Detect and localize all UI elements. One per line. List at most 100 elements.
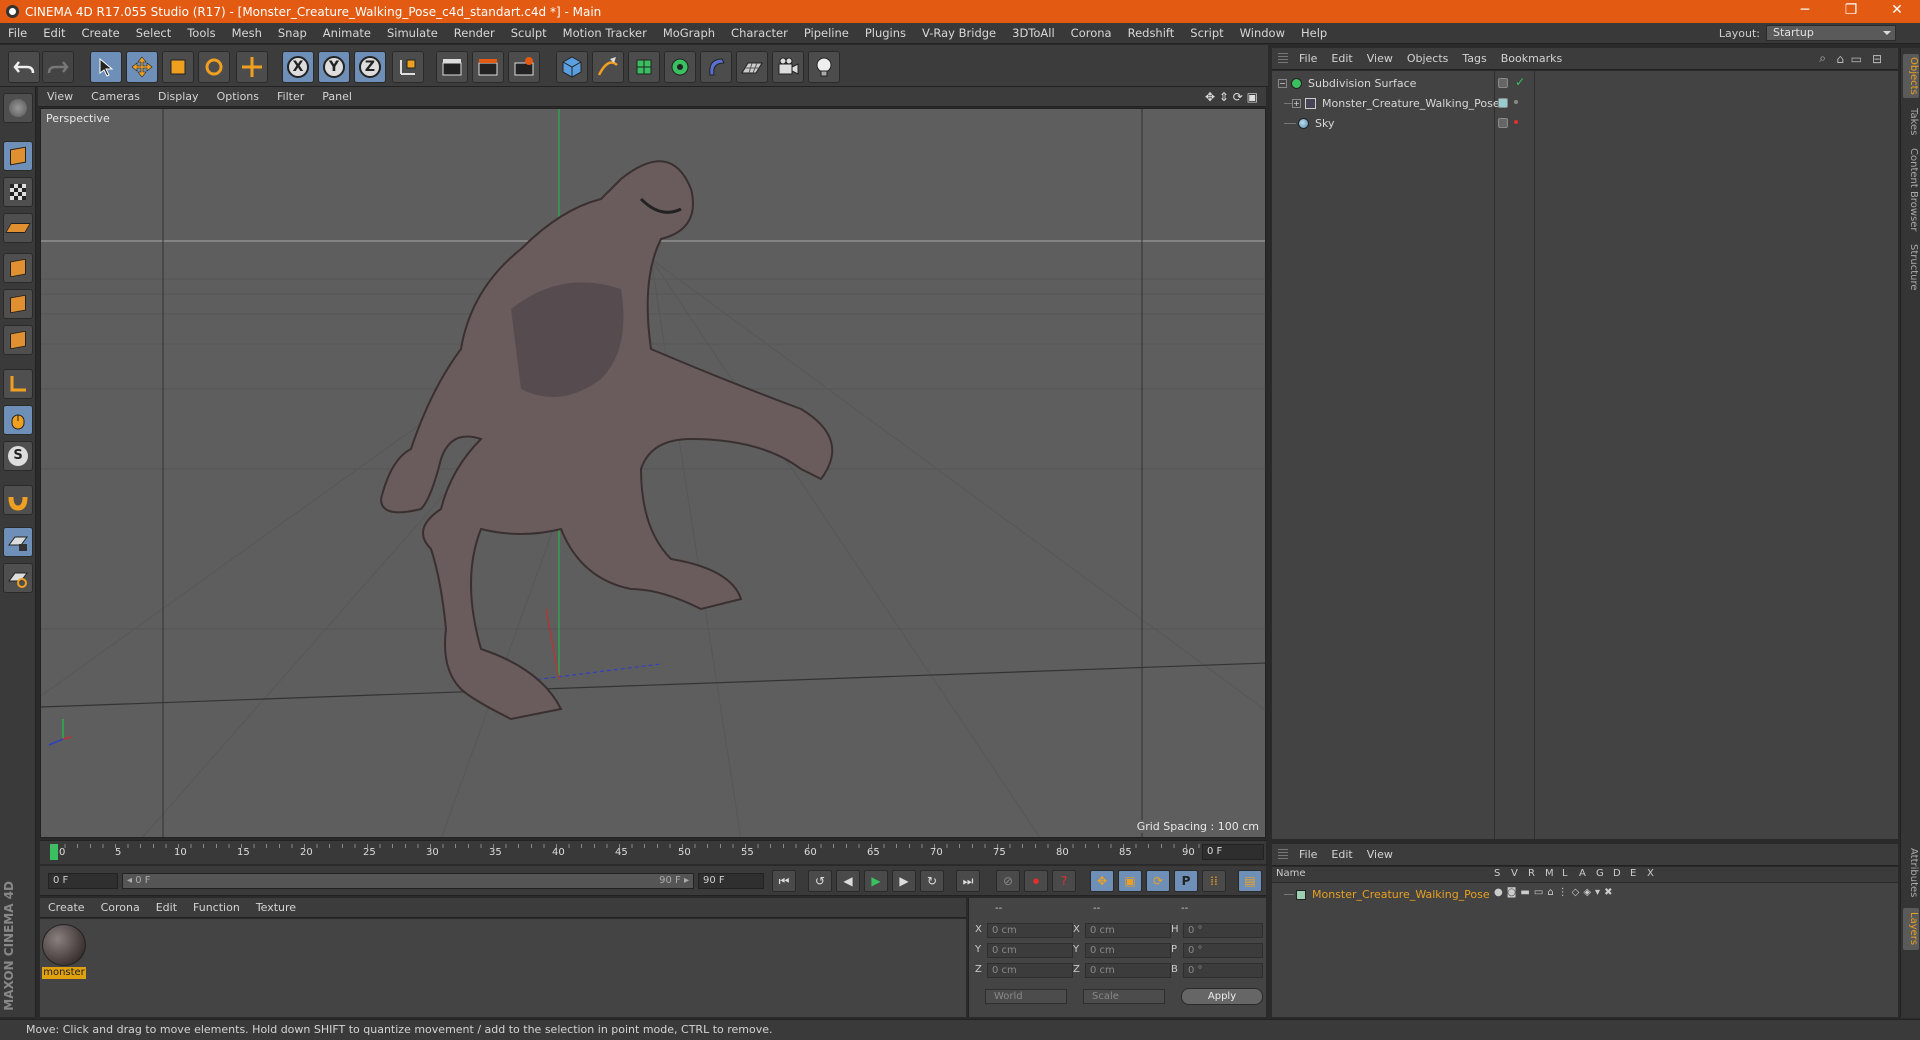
object-row-monster[interactable]: + Monster_Creature_Walking_Pose: [1272, 94, 1898, 113]
move-tool-button[interactable]: [126, 51, 158, 83]
menu-corona[interactable]: Corona: [1063, 26, 1120, 40]
material-menu-corona[interactable]: Corona: [93, 901, 148, 914]
close-button[interactable]: ✕: [1874, 0, 1920, 23]
object-menu-file[interactable]: File: [1292, 52, 1324, 65]
menu-select[interactable]: Select: [128, 26, 179, 40]
rotation-p-field[interactable]: 0 °: [1183, 943, 1263, 958]
texture-mode-button[interactable]: [3, 177, 33, 207]
tweak-mode-button[interactable]: [3, 405, 33, 435]
frame-range-slider[interactable]: ◂ 0 F 90 F ▸: [122, 873, 694, 889]
record-keys-button[interactable]: ⊘: [996, 870, 1020, 892]
menu-plugins[interactable]: Plugins: [857, 26, 914, 40]
frame-ruler[interactable]: 0 5 10 15 20 25 30 35 40 45 50 55 60 65 …: [50, 844, 1200, 862]
menu-sculpt[interactable]: Sculpt: [503, 26, 555, 40]
layer-color-swatch[interactable]: [1296, 889, 1306, 900]
tab-layers[interactable]: Layers: [1903, 908, 1919, 950]
undo-button[interactable]: [8, 51, 40, 83]
next-frame-button[interactable]: ▶: [892, 870, 916, 892]
enabled-check-icon[interactable]: ✓: [1515, 75, 1525, 89]
menu-render[interactable]: Render: [446, 26, 503, 40]
size-z-field[interactable]: 0 cm: [1085, 963, 1171, 978]
position-y-field[interactable]: 0 cm: [987, 943, 1073, 958]
key-rotation-button[interactable]: ⟳: [1146, 870, 1170, 892]
tab-structure[interactable]: Structure: [1903, 240, 1919, 294]
material-menu-edit[interactable]: Edit: [148, 901, 185, 914]
start-frame-field[interactable]: 0 F: [48, 873, 118, 889]
menu-mograph[interactable]: MoGraph: [655, 26, 723, 40]
key-scale-button[interactable]: ▣: [1118, 870, 1142, 892]
menu-create[interactable]: Create: [74, 26, 128, 40]
size-mode-dropdown[interactable]: Scale: [1083, 989, 1165, 1004]
tab-content-browser[interactable]: Content Browser: [1903, 146, 1919, 234]
key-parameter-button[interactable]: P: [1174, 870, 1198, 892]
menu-motion-tracker[interactable]: Motion Tracker: [555, 26, 655, 40]
position-x-field[interactable]: 0 cm: [987, 923, 1073, 938]
object-menu-tags[interactable]: Tags: [1455, 52, 1493, 65]
previous-frame-button[interactable]: ◀: [836, 870, 860, 892]
viewport-menu-view[interactable]: View: [38, 90, 82, 103]
deformer-button[interactable]: [700, 51, 732, 83]
make-editable-button[interactable]: [3, 93, 33, 123]
viewport-menu-cameras[interactable]: Cameras: [82, 90, 149, 103]
autokey-button[interactable]: ⏺: [1024, 870, 1048, 892]
layer-toggle-icons[interactable]: ●◙▬▭⌂⋮◇◈▾✖: [1494, 887, 1616, 898]
menu-window[interactable]: Window: [1232, 26, 1293, 40]
render-view-button[interactable]: [436, 51, 468, 83]
rotation-b-field[interactable]: 0 °: [1183, 963, 1263, 978]
model-mode-button[interactable]: [3, 141, 33, 171]
coordinate-space-dropdown[interactable]: World: [985, 989, 1067, 1004]
z-axis-lock-button[interactable]: Z: [354, 51, 386, 83]
object-row-subdivision-surface[interactable]: − Subdivision Surface ✓: [1272, 74, 1898, 93]
material-menu-function[interactable]: Function: [185, 901, 248, 914]
search-icon[interactable]: ⌕: [1819, 51, 1826, 66]
material-swatch[interactable]: monster: [42, 924, 88, 980]
workplane-lock-button[interactable]: [3, 527, 33, 557]
editor-visibility-icon[interactable]: [1498, 78, 1508, 88]
scale-tool-button[interactable]: [162, 51, 194, 83]
object-menu-bookmarks[interactable]: Bookmarks: [1494, 52, 1569, 65]
menu-script[interactable]: Script: [1182, 26, 1231, 40]
rotation-h-field[interactable]: 0 °: [1183, 923, 1263, 938]
menu-pipeline[interactable]: Pipeline: [796, 26, 857, 40]
last-tool-button[interactable]: [236, 51, 268, 83]
size-x-field[interactable]: 0 cm: [1085, 923, 1171, 938]
object-menu-objects[interactable]: Objects: [1400, 52, 1456, 65]
array-button[interactable]: [664, 51, 696, 83]
position-z-field[interactable]: 0 cm: [987, 963, 1073, 978]
layout-dropdown[interactable]: Startup: [1766, 25, 1896, 41]
perspective-viewport[interactable]: Perspective Grid Spacing : 100 cm: [40, 108, 1266, 838]
workplane-mode-button[interactable]: [3, 213, 33, 243]
tab-objects[interactable]: Objects: [1903, 54, 1919, 98]
viewport-menu-panel[interactable]: Panel: [313, 90, 361, 103]
subdivision-surface-button[interactable]: [628, 51, 660, 83]
next-key-button[interactable]: ↻: [920, 870, 944, 892]
redo-button[interactable]: [42, 51, 74, 83]
menu-mesh[interactable]: Mesh: [224, 26, 270, 40]
editor-visibility-icon[interactable]: [1498, 98, 1508, 108]
spline-pen-button[interactable]: [592, 51, 624, 83]
viewport-menu-filter[interactable]: Filter: [268, 90, 313, 103]
viewport-menu-display[interactable]: Display: [149, 90, 208, 103]
menu-file[interactable]: File: [0, 26, 35, 40]
tab-attributes[interactable]: Attributes: [1903, 844, 1919, 902]
y-axis-lock-button[interactable]: Y: [318, 51, 350, 83]
object-menu-edit[interactable]: Edit: [1324, 52, 1359, 65]
expand-icon[interactable]: ⊟: [1872, 52, 1882, 66]
restore-button[interactable]: ❐: [1828, 0, 1874, 23]
x-axis-lock-button[interactable]: X: [282, 51, 314, 83]
render-settings-button[interactable]: [508, 51, 540, 83]
go-to-start-button[interactable]: ⏮: [772, 870, 796, 892]
edges-mode-button[interactable]: [3, 289, 33, 319]
apply-button[interactable]: Apply: [1181, 988, 1263, 1005]
menu-vray-bridge[interactable]: V-Ray Bridge: [914, 26, 1004, 40]
size-y-field[interactable]: 0 cm: [1085, 943, 1171, 958]
go-to-end-button[interactable]: ⏭: [956, 870, 980, 892]
polygons-mode-button[interactable]: [3, 325, 33, 355]
menu-3dtoall[interactable]: 3DToAll: [1004, 26, 1063, 40]
cube-object-button[interactable]: [556, 51, 588, 83]
coordinate-system-button[interactable]: [392, 51, 424, 83]
keyframe-selection-button[interactable]: ?: [1052, 870, 1076, 892]
tab-takes[interactable]: Takes: [1903, 104, 1919, 140]
points-mode-button[interactable]: [3, 253, 33, 283]
object-row-sky[interactable]: Sky: [1272, 114, 1898, 133]
